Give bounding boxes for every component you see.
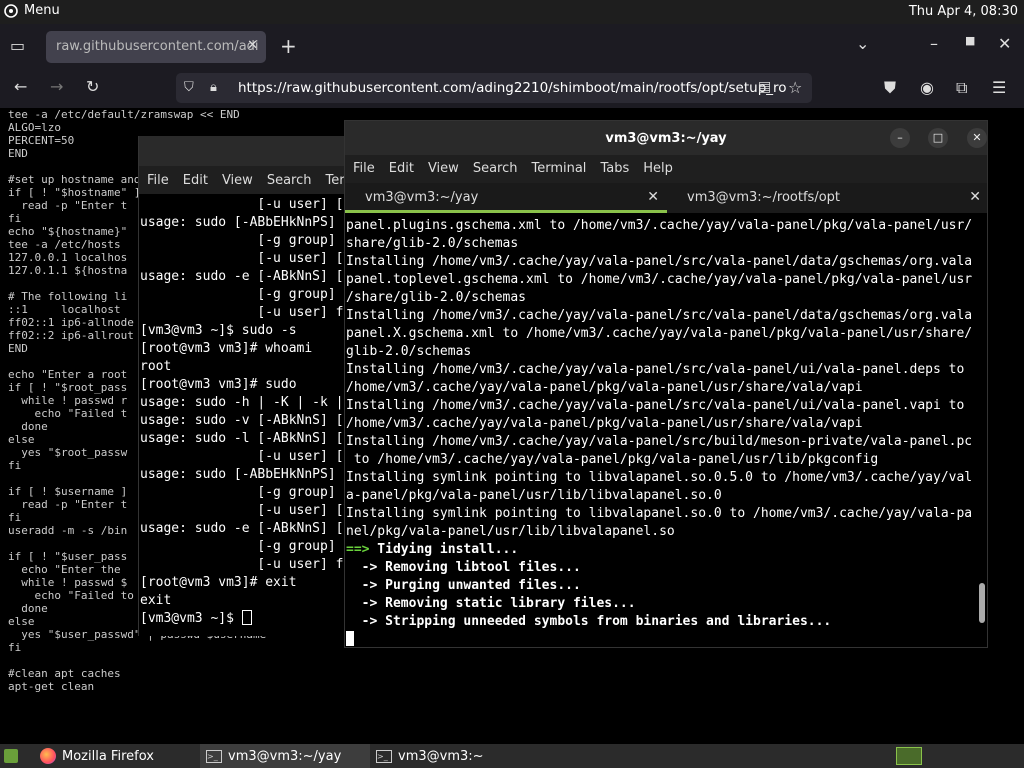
terminal-tab-bar: vm3@vm3:~/yay ✕ vm3@vm3:~/rootfs/opt ✕ [345,183,987,213]
shield-icon[interactable]: ⛉ [184,80,194,95]
terminal-menubar: File Edit View Search Ter [139,166,350,194]
terminal-text: [-u user] [com usage: sudo [-ABbEHkNnPS]… [140,197,350,626]
url-bar[interactable]: https://raw.githubusercontent.com/ading2… [176,73,812,103]
terminal-menubar: File Edit View Search Terminal Tabs Help [345,155,987,183]
taskbar-item-terminal-yay[interactable]: >_ vm3@vm3:~/yay [200,744,370,768]
url-text: https://raw.githubusercontent.com/ading2… [238,80,787,96]
firefox-window: ▭ raw.githubusercontent.com/adi ✕ + ⌄ – … [0,24,1024,108]
firefox-tab-strip: ▭ raw.githubusercontent.com/adi ✕ + ⌄ – … [0,24,1024,68]
menu-file[interactable]: File [353,161,375,176]
cursor [241,610,252,625]
workspace-icon [896,747,922,765]
app-menu-button[interactable]: Menu [4,3,60,18]
terminal-titlebar[interactable] [139,136,350,166]
menu-view[interactable]: View [428,161,459,176]
workspace-switcher[interactable] [892,744,926,768]
menu-edit[interactable]: Edit [183,173,208,188]
taskbar-item-terminal-home[interactable]: >_ vm3@vm3:~ [370,744,540,768]
cursor [346,631,354,646]
minimize-icon[interactable]: – [930,34,938,53]
step-line: -> Stripping unneeded symbols from binar… [346,614,832,629]
terminal-tab-rootfs[interactable]: vm3@vm3:~/rootfs/opt ✕ [667,183,987,213]
browser-tab-title: raw.githubusercontent.com/adi [56,39,259,54]
close-window-icon[interactable]: ✕ [998,34,1011,53]
menu-terminal[interactable]: Terminal [531,161,586,176]
menu-search[interactable]: Search [473,161,518,176]
lock-icon[interactable]: 🔒︎ [210,80,217,95]
extensions-icon[interactable]: ⧉ [956,78,967,98]
minimize-icon[interactable]: – [890,128,910,148]
close-icon[interactable]: ✕ [967,128,987,148]
firefox-nav-bar: ← → ↻ https://raw.githubusercontent.com/… [0,68,1024,108]
menu-terminal[interactable]: Ter [325,173,344,188]
close-tab-icon[interactable]: ✕ [647,189,659,205]
step-line: -> Purging unwanted files... [346,578,581,593]
terminal-window-yay[interactable]: vm3@vm3:~/yay – □ ✕ File Edit View Search Te… [344,120,988,648]
reload-icon[interactable]: ↻ [86,77,99,96]
menu-tabs[interactable]: Tabs [600,161,629,176]
terminal-titlebar[interactable]: vm3@vm3:~/yay – □ ✕ [345,121,987,155]
terminal-text: panel.plugins.gschema.xml to /home/vm3/.… [346,218,973,539]
menu-logo-icon [4,3,18,18]
taskbar-label: vm3@vm3:~/yay [228,748,342,764]
close-tab-icon[interactable]: ✕ [969,189,981,205]
terminal-icon: >_ [376,749,392,763]
menu-file[interactable]: File [147,173,169,188]
maximize-icon[interactable]: ■ [965,34,975,47]
firefox-icon [40,748,56,764]
step-line: -> Removing libtool files... [346,560,581,575]
terminal-output[interactable]: [-u user] [com usage: sudo [-ABbEHkNnPS]… [139,194,350,628]
scrollbar[interactable] [979,583,985,623]
taskbar: Mozilla Firefox >_ vm3@vm3:~/yay >_ vm3@… [0,744,1024,768]
reader-view-icon[interactable]: ▤ [758,79,771,95]
back-icon[interactable]: ← [14,77,27,96]
terminal-icon: >_ [206,749,222,763]
taskbar-label: vm3@vm3:~ [398,748,484,764]
menu-search[interactable]: Search [267,173,312,188]
taskbar-label: Mozilla Firefox [62,748,154,764]
terminal-window-home[interactable]: File Edit View Search Ter [-u user] [com usa… [138,136,350,636]
terminal-output[interactable]: panel.plugins.gschema.xml to /home/vm3/.… [345,213,987,647]
account-icon[interactable]: ◉ [920,78,934,97]
start-icon [4,749,18,763]
clock[interactable]: Thu Apr 4, 08:30 [909,4,1018,19]
tab-overview-icon[interactable]: ▭ [10,36,25,55]
tidy-arrow: ==> [346,542,370,557]
taskbar-item-firefox[interactable]: Mozilla Firefox [34,744,198,768]
window-title: vm3@vm3:~/yay [605,131,727,146]
start-menu-button[interactable] [0,744,24,768]
terminal-tab-yay[interactable]: vm3@vm3:~/yay ✕ [345,183,667,213]
system-top-bar: Menu Thu Apr 4, 08:30 [0,0,1024,24]
pocket-icon[interactable]: ⛊ [884,78,896,98]
tab-label: vm3@vm3:~/yay [365,190,479,205]
step-line: -> Removing static library files... [346,596,636,611]
hamburger-menu-icon[interactable]: ☰ [992,78,1006,97]
maximize-icon[interactable]: □ [928,128,948,148]
menu-edit[interactable]: Edit [389,161,414,176]
menu-label: Menu [24,3,60,18]
forward-icon[interactable]: → [50,77,63,96]
tab-label: vm3@vm3:~/rootfs/opt [687,190,841,205]
menu-help[interactable]: Help [643,161,673,176]
menu-view[interactable]: View [222,173,253,188]
new-tab-icon[interactable]: + [280,34,297,58]
browser-tab[interactable]: raw.githubusercontent.com/adi ✕ [46,31,266,63]
bookmark-star-icon[interactable]: ☆ [788,78,802,97]
chevron-down-icon[interactable]: ⌄ [856,34,869,53]
tidy-text: Tidying install... [369,542,519,557]
close-tab-icon[interactable]: ✕ [247,38,258,53]
